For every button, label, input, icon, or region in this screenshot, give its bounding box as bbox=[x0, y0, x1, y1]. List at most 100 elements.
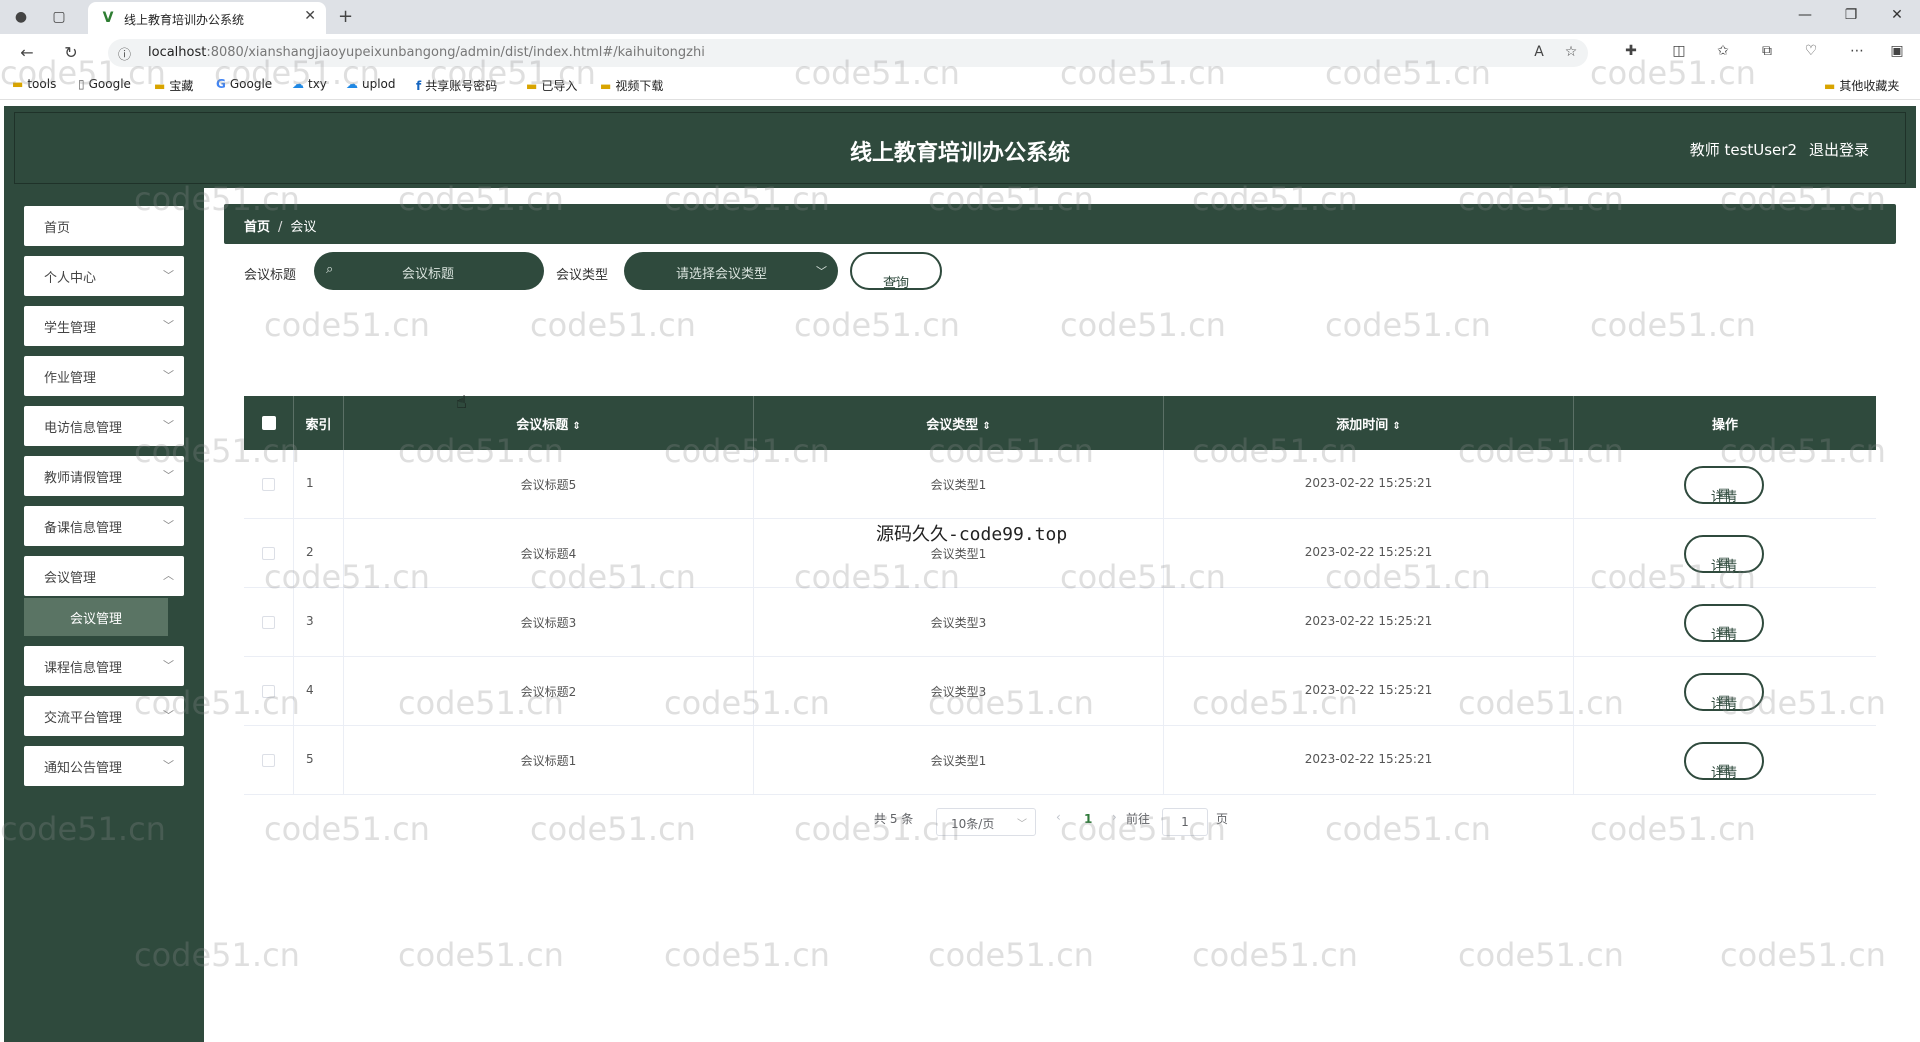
row-checkbox[interactable] bbox=[262, 685, 275, 698]
detail-button[interactable]: ▤ 详情 bbox=[1684, 535, 1764, 574]
bookmark-other-favorites[interactable]: ▬ 其他收藏夹 bbox=[1824, 77, 1899, 94]
title-value: 会议标题3 bbox=[520, 616, 577, 630]
bookmark-tools[interactable]: ▬ tools bbox=[12, 77, 56, 91]
type-select[interactable]: 请选择会议类型 ﹀ bbox=[624, 252, 838, 290]
table-header: 索引 会议标题 ⇕ 会议类型 ⇕ 添加时间 ⇕ 操作 bbox=[244, 396, 1876, 450]
bookmark-label: 视频下载 bbox=[615, 79, 664, 93]
bookmark-google-doc[interactable]: ▯ Google bbox=[78, 77, 131, 91]
goto-page-input[interactable]: 1 bbox=[1162, 808, 1208, 836]
sidebar-item-forum[interactable]: 交流平台管理 ﹀ bbox=[24, 696, 184, 736]
sidebar-toggle-icon[interactable]: ▣ bbox=[1886, 43, 1908, 59]
time-cell: 2023-02-22 15:25:21 bbox=[1164, 657, 1574, 726]
bookmark-google[interactable]: G Google bbox=[216, 77, 272, 91]
sidebar-item-students[interactable]: 学生管理 ﹀ bbox=[24, 306, 184, 346]
header-time[interactable]: 添加时间 ⇕ bbox=[1164, 396, 1574, 450]
new-tab-icon[interactable]: + bbox=[338, 6, 353, 27]
current-user[interactable]: 教师 testUser2 bbox=[1690, 139, 1797, 160]
favorite-star-icon[interactable]: ☆ bbox=[1560, 44, 1582, 60]
sidebar-item-label: 个人中心 bbox=[44, 271, 97, 286]
tab-actions-icon[interactable]: ▢ bbox=[50, 8, 68, 26]
select-all-checkbox[interactable] bbox=[262, 416, 276, 430]
bookmark-video-download[interactable]: ▬ 视频下载 bbox=[600, 77, 663, 94]
sidebar-item-personal-center[interactable]: 个人中心 ﹀ bbox=[24, 256, 184, 296]
next-page-button[interactable]: › bbox=[1112, 810, 1117, 824]
logout-link[interactable]: 退出登录 bbox=[1809, 139, 1869, 160]
favorites-icon[interactable]: ✩ bbox=[1712, 43, 1734, 59]
browser-essentials-icon[interactable]: ♡ bbox=[1800, 43, 1822, 59]
window-close-icon[interactable]: ✕ bbox=[1882, 7, 1912, 23]
sort-icon[interactable]: ⇕ bbox=[1392, 421, 1400, 432]
profile-icon[interactable]: ● bbox=[12, 8, 30, 26]
sidebar-item-meetings[interactable]: 会议管理 ︿ bbox=[24, 556, 184, 596]
detail-button[interactable]: ▤ 详情 bbox=[1684, 604, 1764, 643]
sidebar-item-teacher-leave[interactable]: 教师请假管理 ﹀ bbox=[24, 456, 184, 496]
mouse-cursor-icon: ☝ bbox=[456, 392, 467, 413]
bookmark-imported[interactable]: ▬ 已导入 bbox=[526, 77, 577, 94]
detail-button[interactable]: ▤ 详情 bbox=[1684, 673, 1764, 712]
row-checkbox[interactable] bbox=[262, 547, 275, 560]
header-title[interactable]: 会议标题 ⇕ bbox=[344, 396, 754, 450]
row-checkbox[interactable] bbox=[262, 478, 275, 491]
title-search-input[interactable]: ⌕ 会议标题 bbox=[314, 252, 544, 290]
header-action: 操作 bbox=[1574, 396, 1876, 450]
bookmark-txy[interactable]: ☁ txy bbox=[292, 77, 327, 91]
split-screen-icon[interactable]: ◫ bbox=[1668, 43, 1690, 59]
header-action-label: 操作 bbox=[1711, 418, 1738, 433]
browser-tabbar: ● ▢ V 线上教育培训办公系统 ✕ + — ❐ ✕ bbox=[0, 0, 1920, 34]
back-icon[interactable]: ← bbox=[16, 43, 38, 62]
detail-button[interactable]: ▤ 详情 bbox=[1684, 742, 1764, 781]
row-checkbox[interactable] bbox=[262, 754, 275, 767]
folder-icon: ▬ bbox=[1824, 79, 1836, 93]
sidebar-item-notices[interactable]: 通知公告管理 ﹀ bbox=[24, 746, 184, 786]
bookmark-uplod[interactable]: ☁ uplod bbox=[346, 77, 396, 91]
sort-icon[interactable]: ⇕ bbox=[572, 421, 580, 432]
row-select-cell bbox=[244, 519, 294, 588]
header-type[interactable]: 会议类型 ⇕ bbox=[754, 396, 1164, 450]
reload-icon[interactable]: ↻ bbox=[60, 43, 82, 62]
sidebar-item-courses[interactable]: 课程信息管理 ﹀ bbox=[24, 646, 184, 686]
browser-tab-active[interactable]: V 线上教育培训办公系统 ✕ bbox=[88, 2, 326, 34]
close-tab-icon[interactable]: ✕ bbox=[304, 8, 316, 24]
chevron-down-icon: ﹀ bbox=[163, 419, 174, 432]
more-menu-icon[interactable]: ⋯ bbox=[1846, 43, 1868, 59]
index-cell: 4 bbox=[294, 657, 344, 726]
header-select-all bbox=[244, 396, 294, 450]
extensions-icon[interactable]: ✚ bbox=[1620, 43, 1642, 59]
bookmark-shared-accounts[interactable]: f 共享账号密码 bbox=[416, 77, 497, 94]
minimize-icon[interactable]: — bbox=[1790, 7, 1820, 23]
site-info-icon[interactable]: ⓘ bbox=[118, 44, 131, 63]
sidebar-item-label: 交流平台管理 bbox=[44, 711, 123, 726]
sidebar-item-label: 课程信息管理 bbox=[44, 661, 123, 676]
url-field[interactable]: ⓘ localhost:8080/xianshangjiaoyupeixunba… bbox=[108, 39, 1588, 67]
title-cell: 会议标题3 bbox=[344, 588, 754, 657]
sidebar-item-label: 备课信息管理 bbox=[44, 521, 123, 536]
header-time-label: 添加时间 bbox=[1336, 418, 1389, 433]
prev-page-button[interactable]: ‹ bbox=[1056, 810, 1061, 824]
detail-label: 详情 bbox=[1710, 697, 1737, 712]
table-row: 1 会议标题5 会议类型1 2023-02-22 15:25:21 ▤ 详情 bbox=[244, 450, 1876, 519]
title-cell: 会议标题1 bbox=[344, 726, 754, 795]
sidebar-item-lesson-prep[interactable]: 备课信息管理 ﹀ bbox=[24, 506, 184, 546]
detail-button[interactable]: ▤ 详情 bbox=[1684, 466, 1764, 505]
index-value: 2 bbox=[306, 545, 314, 559]
time-value: 2023-02-22 15:25:21 bbox=[1304, 752, 1433, 766]
sidebar-item-home[interactable]: 首页 bbox=[24, 206, 184, 246]
page-icon: ▯ bbox=[78, 77, 85, 91]
detail-label: 详情 bbox=[1710, 628, 1737, 643]
collections-icon[interactable]: ⧉ bbox=[1756, 43, 1778, 59]
page-number-current[interactable]: 1 bbox=[1084, 812, 1092, 826]
sidebar-subitem-meeting-management[interactable]: 会议管理 bbox=[24, 598, 168, 636]
bookmark-treasure[interactable]: ▬ 宝藏 bbox=[154, 77, 193, 94]
sort-icon[interactable]: ⇕ bbox=[982, 421, 990, 432]
read-aloud-icon[interactable]: A bbox=[1528, 44, 1550, 60]
page-size-select[interactable]: 10条/页 ﹀ bbox=[936, 808, 1036, 836]
sidebar-item-phone-visits[interactable]: 电访信息管理 ﹀ bbox=[24, 406, 184, 446]
query-button[interactable]: 查询 ⌕ bbox=[850, 252, 942, 291]
row-checkbox[interactable] bbox=[262, 616, 275, 629]
row-select-cell bbox=[244, 588, 294, 657]
restore-icon[interactable]: ❐ bbox=[1836, 7, 1866, 23]
sidebar-item-homework[interactable]: 作业管理 ﹀ bbox=[24, 356, 184, 396]
breadcrumb-home[interactable]: 首页 bbox=[244, 220, 270, 235]
chevron-up-icon: ︿ bbox=[163, 569, 174, 582]
sidebar-item-label: 学生管理 bbox=[44, 321, 97, 336]
